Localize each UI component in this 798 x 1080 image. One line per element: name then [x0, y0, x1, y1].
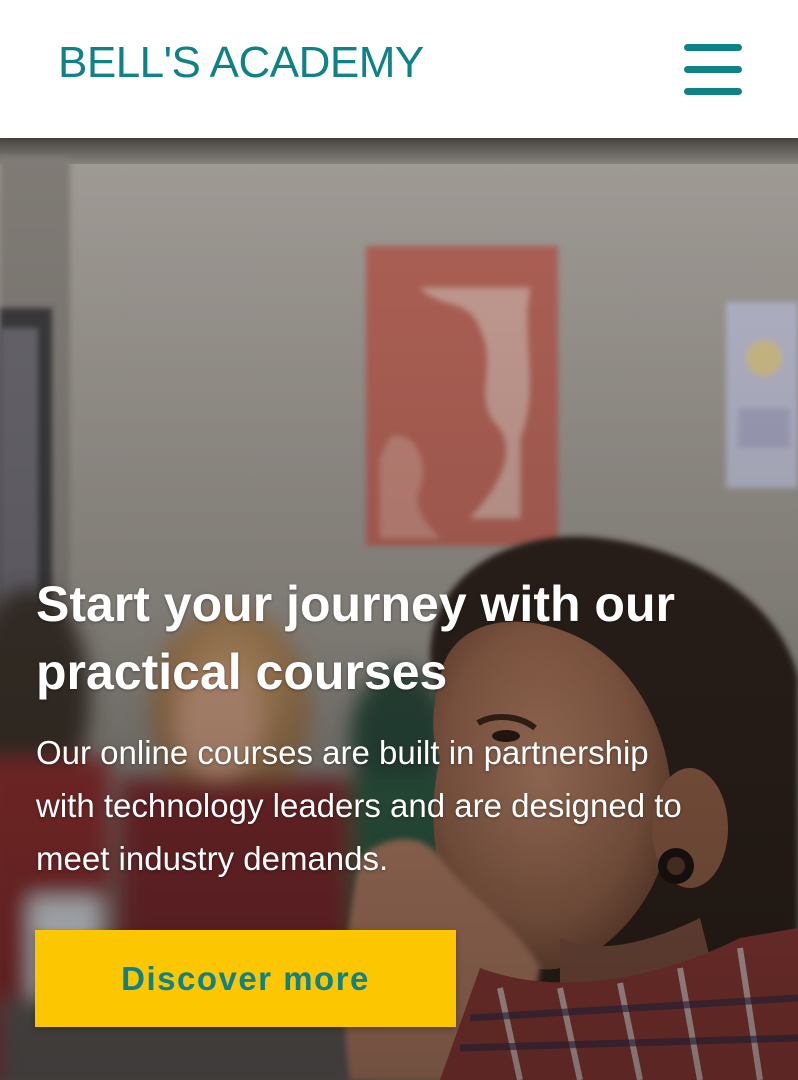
hero-title-line: Start your journey with our [36, 576, 675, 632]
hero-section: Start your journey with our practical cou… [0, 138, 798, 1080]
hero-title-line: practical courses [36, 644, 448, 700]
hero-subtitle-line: meet industry demands. [36, 840, 389, 877]
menu-bar [684, 88, 742, 95]
menu-bar [684, 44, 742, 51]
hero-subtitle-line: with technology leaders and are designed… [36, 787, 682, 824]
brand-logo-text[interactable]: BELL'S ACADEMY [58, 38, 424, 88]
menu-bar [684, 66, 742, 73]
hero-subtitle: Our online courses are built in partners… [36, 726, 746, 885]
hamburger-menu-icon[interactable] [682, 44, 744, 98]
site-header: BELL'S ACADEMY [0, 0, 798, 138]
hero-subtitle-line: Our online courses are built in partners… [36, 734, 649, 771]
discover-more-button[interactable]: Discover more [35, 930, 456, 1027]
hero-title: Start your journey with our practical cou… [36, 570, 716, 706]
